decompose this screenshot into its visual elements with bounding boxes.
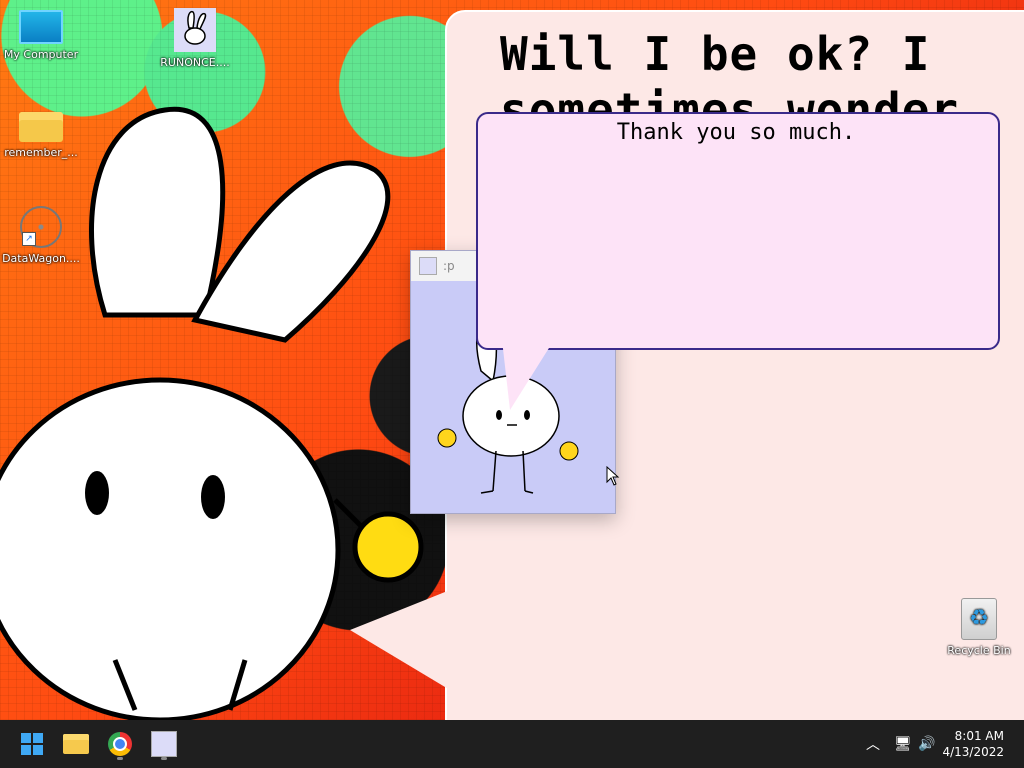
- bunny-icon: [174, 8, 216, 52]
- shortcut-arrow-icon: ↗: [22, 232, 36, 246]
- bunny-left-eye: [85, 471, 109, 515]
- network-button[interactable]: 🖥: [894, 720, 912, 768]
- taskbar-bunny-app[interactable]: [146, 726, 182, 762]
- bunny-yellow-hand: [352, 511, 424, 583]
- chevron-up-icon: ︿: [866, 737, 880, 753]
- background-text-line1: Will I be ok? I: [500, 27, 931, 81]
- volume-button[interactable]: 🔊: [918, 720, 935, 768]
- desktop-icon-recycle-bin[interactable]: ♻ Recycle Bin: [940, 598, 1018, 657]
- speech-text: Thank you so much.: [616, 120, 856, 145]
- taskbar-file-explorer[interactable]: [58, 726, 94, 762]
- running-indicator: [161, 757, 167, 760]
- clock-time: 8:01 AM: [954, 729, 1004, 743]
- desktop: Will I be ok? I sometimes wonder... My C…: [0, 0, 1024, 720]
- desktop-icon-label: My Computer: [3, 48, 79, 61]
- bunny-app-icon: [419, 257, 437, 275]
- desktop-icon-label: remember_...: [4, 146, 78, 159]
- clock[interactable]: 8:01 AM 4/13/2022: [942, 728, 1004, 760]
- popup-title: :p: [443, 259, 455, 273]
- desktop-icon-label: DataWagon....: [2, 252, 80, 265]
- taskbar: ︿ 🖥 🔊 8:01 AM 4/13/2022: [0, 720, 1024, 768]
- clock-date: 4/13/2022: [942, 745, 1004, 759]
- show-hidden-icons-button[interactable]: ︿: [866, 720, 880, 768]
- chrome-icon: [108, 732, 132, 756]
- computer-icon: [19, 10, 63, 44]
- bunny-icon: [151, 731, 177, 757]
- windows-start-icon: [21, 733, 43, 755]
- web-shortcut-icon: ↗: [20, 206, 62, 248]
- bunny-right-eye: [201, 475, 225, 519]
- running-indicator: [117, 757, 123, 760]
- desktop-icon-datawagon[interactable]: ↗ DataWagon....: [2, 206, 80, 265]
- start-button[interactable]: [14, 726, 50, 762]
- desktop-icon-my-computer[interactable]: My Computer: [2, 10, 80, 61]
- speech-bubble-tail: [502, 340, 554, 410]
- desktop-icon-remember-folder[interactable]: remember_...: [2, 112, 80, 159]
- speech-bubble: [476, 112, 1000, 350]
- recycle-bin-icon: ♻: [961, 598, 997, 640]
- folder-icon: [19, 112, 63, 142]
- folder-icon: [63, 734, 89, 754]
- giant-bunny-illustration: [0, 106, 424, 720]
- background-bubble-text: Will I be ok? I sometimes wonder...: [500, 26, 1024, 116]
- network-icon: 🖥: [894, 736, 912, 752]
- mouse-cursor-icon: [606, 466, 620, 486]
- speaker-icon: 🔊: [918, 736, 936, 752]
- desktop-icon-label: RUNONCE....: [160, 56, 230, 69]
- desktop-icon-runonce[interactable]: RUNONCE....: [156, 8, 234, 69]
- desktop-icon-label: Recycle Bin: [947, 644, 1011, 657]
- taskbar-chrome[interactable]: [102, 726, 138, 762]
